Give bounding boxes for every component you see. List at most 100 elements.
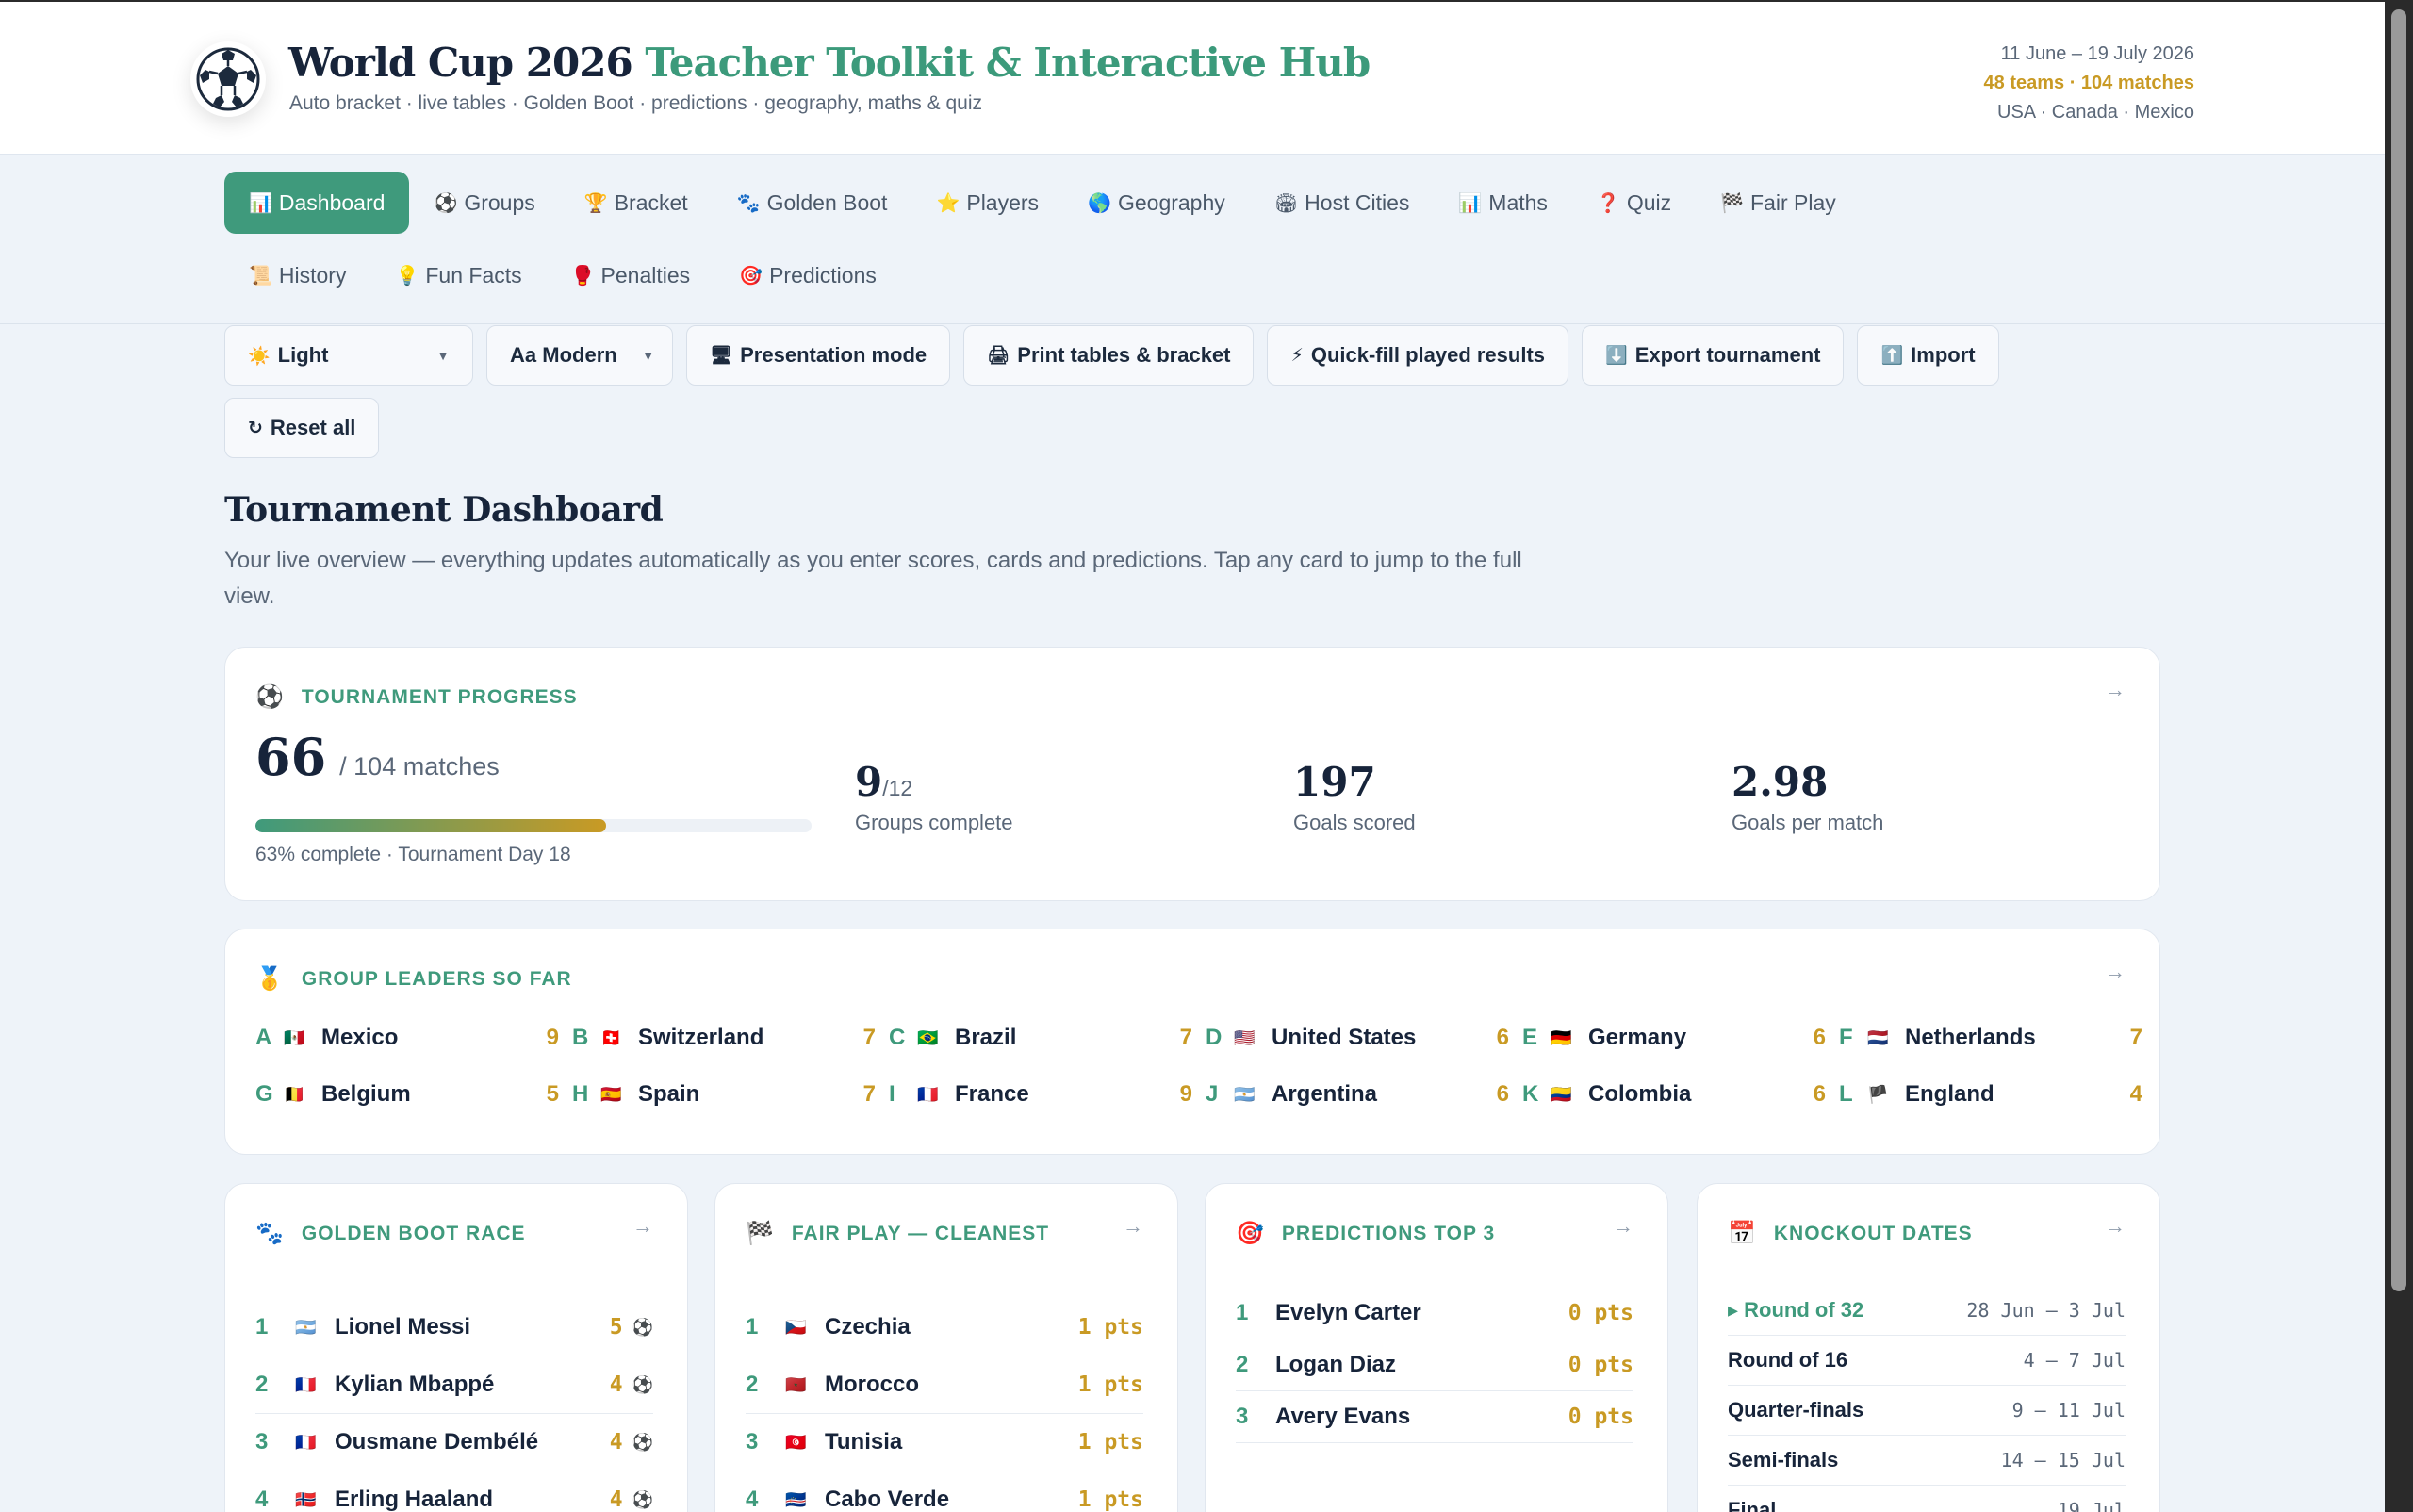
- group-leader-item[interactable]: G 🇧🇪 Belgium 5: [255, 1080, 559, 1109]
- flag-icon: 🇫🇷: [917, 1084, 939, 1104]
- group-letter: E: [1522, 1025, 1538, 1050]
- tab-maths[interactable]: 📊 Maths: [1434, 172, 1572, 234]
- list-item[interactable]: 3 🇫🇷 Ousmane Dembélé 4 ⚽: [255, 1414, 653, 1471]
- predictions-list: 1 Evelyn Carter 0 pts 2 Logan Diaz 0 pts 3 Aver…: [1236, 1288, 1633, 1443]
- export-button[interactable]: ⬇️ Export tournament: [1582, 325, 1845, 386]
- list-item[interactable]: 3 Avery Evans 0 pts: [1236, 1391, 1633, 1443]
- fair-play-icon: 🏁: [1720, 192, 1745, 214]
- scrollbar[interactable]: [2385, 0, 2413, 1512]
- groups-complete-stat: 9/12 Groups complete: [855, 759, 1013, 835]
- team-points: 7: [2129, 1025, 2142, 1050]
- goals-scored-value: 197: [1293, 759, 1376, 805]
- print-label: Print tables & bracket: [1017, 343, 1231, 367]
- tab-fair-play[interactable]: 🏁 Fair Play: [1696, 172, 1861, 234]
- arrow-right-icon[interactable]: →: [2105, 678, 2126, 702]
- theme-select[interactable]: ☀️ Light ▼: [224, 325, 473, 386]
- arrow-right-icon[interactable]: →: [2105, 1214, 2126, 1239]
- import-button[interactable]: ⬆️ Import: [1857, 325, 1999, 386]
- tab-geography[interactable]: 🌎 Geography: [1063, 172, 1250, 234]
- knockout-dates-card[interactable]: 📅 KNOCKOUT DATES → ▸ Round of 32 28 Jun –…: [1697, 1183, 2160, 1512]
- team-name: United States: [1272, 1025, 1417, 1050]
- team-name: Argentina: [1272, 1081, 1378, 1107]
- group-leaders-grid: A 🇲🇽 Mexico 9 B 🇨🇭 Switzerland 7 C 🇧🇷 Brazil 7 D 🇺🇸 Un…: [255, 1024, 2142, 1109]
- list-item[interactable]: 1 Evelyn Carter 0 pts: [1236, 1288, 1633, 1339]
- teams-matches-count: 48 teams · 104 matches: [1983, 73, 2194, 93]
- groups-complete-label: Groups complete: [855, 811, 1013, 834]
- list-item[interactable]: 2 🇲🇦 Morocco 1 pts: [746, 1356, 1143, 1414]
- tab-history[interactable]: 📜 History: [224, 244, 370, 306]
- soccer-ball-icon: ⚽: [632, 1489, 653, 1509]
- flag-icon: 🇹🇳: [785, 1432, 807, 1452]
- arrow-right-icon[interactable]: →: [1613, 1214, 1633, 1239]
- matches-played-value: 66: [255, 727, 327, 787]
- tab-label: Fair Play: [1750, 189, 1836, 215]
- list-item[interactable]: Round of 16 4 – 7 Jul: [1728, 1336, 2126, 1386]
- knockout-dates: 14 – 15 Jul: [2000, 1449, 2126, 1471]
- tab-penalties[interactable]: 🥊 Penalties: [547, 244, 715, 306]
- list-item[interactable]: 1 🇨🇿 Czechia 1 pts: [746, 1299, 1143, 1356]
- group-leader-item[interactable]: A 🇲🇽 Mexico 9: [255, 1024, 559, 1052]
- tournament-progress-card[interactable]: ⚽ TOURNAMENT PROGRESS → 66 / 104 matches…: [224, 647, 2160, 901]
- flag-icon: 🇳🇱: [1867, 1027, 1889, 1047]
- group-leader-item[interactable]: D 🇺🇸 United States 6: [1206, 1024, 1509, 1052]
- group-leader-item[interactable]: L 🏴 England 4: [1839, 1080, 2142, 1109]
- arrow-right-icon[interactable]: →: [2105, 960, 2126, 984]
- font-select[interactable]: Aa Modern ▼: [486, 325, 673, 386]
- tab-dashboard[interactable]: 📊 Dashboard: [224, 172, 410, 234]
- student-name: Evelyn Carter: [1275, 1300, 1421, 1325]
- arrow-right-icon[interactable]: →: [632, 1214, 653, 1239]
- list-item[interactable]: 1 🇦🇷 Lionel Messi 5 ⚽: [255, 1299, 653, 1356]
- knockout-stage: Semi-finals: [1728, 1448, 1839, 1471]
- tab-bracket[interactable]: 🏆 Bracket: [560, 172, 713, 234]
- list-item[interactable]: 2 Logan Diaz 0 pts: [1236, 1339, 1633, 1391]
- list-item[interactable]: ▸ Round of 32 28 Jun – 3 Jul: [1728, 1286, 2126, 1336]
- list-item[interactable]: Quarter-finals 9 – 11 Jul: [1728, 1386, 2126, 1436]
- group-leader-item[interactable]: B 🇨🇭 Switzerland 7: [572, 1024, 876, 1052]
- group-leader-item[interactable]: H 🇪🇸 Spain 7: [572, 1080, 876, 1109]
- list-item[interactable]: 4 🇳🇴 Erling Haaland 4 ⚽: [255, 1471, 653, 1512]
- team-points: 7: [862, 1081, 876, 1107]
- team-points: 7: [862, 1025, 876, 1050]
- list-item[interactable]: Semi-finals 14 – 15 Jul: [1728, 1436, 2126, 1486]
- list-item[interactable]: 3 🇹🇳 Tunisia 1 pts: [746, 1414, 1143, 1471]
- progress-bar: [255, 819, 812, 832]
- flag-icon: 🇨🇻: [785, 1489, 807, 1509]
- list-item[interactable]: 4 🇨🇻 Cabo Verde 1 pts: [746, 1471, 1143, 1512]
- team-points: 6: [1496, 1025, 1509, 1050]
- fair-play-points: 1 pts: [1077, 1372, 1143, 1397]
- group-leader-item[interactable]: K 🇨🇴 Colombia 6: [1522, 1080, 1826, 1109]
- quick-fill-button[interactable]: ⚡ Quick-fill played results: [1267, 325, 1569, 386]
- tab-quiz[interactable]: ❓ Quiz: [1572, 172, 1696, 234]
- reset-all-button[interactable]: ↻ Reset all: [224, 398, 380, 458]
- group-leader-item[interactable]: I 🇫🇷 France 9: [889, 1080, 1192, 1109]
- group-leader-item[interactable]: J 🇦🇷 Argentina 6: [1206, 1080, 1509, 1109]
- flag-icon: 🇨🇴: [1551, 1084, 1572, 1104]
- print-button[interactable]: 🖨 Print tables & bracket: [963, 325, 1255, 386]
- tab-fun-facts[interactable]: 💡 Fun Facts: [370, 244, 546, 306]
- list-item[interactable]: Final 19 Jul: [1728, 1486, 2126, 1512]
- rank-number: 4: [255, 1487, 269, 1512]
- host-countries: USA · Canada · Mexico: [1997, 102, 2194, 123]
- tab-players[interactable]: ⭐ Players: [911, 172, 1063, 234]
- scrollbar-thumb[interactable]: [2391, 9, 2406, 1291]
- penalties-icon: 🥊: [570, 265, 595, 287]
- group-leader-item[interactable]: E 🇩🇪 Germany 6: [1522, 1024, 1826, 1052]
- arrow-right-icon[interactable]: →: [1123, 1214, 1143, 1239]
- group-leader-item[interactable]: C 🇧🇷 Brazil 7: [889, 1024, 1192, 1052]
- golden-boot-card[interactable]: 🐾 GOLDEN BOOT RACE → 1 🇦🇷 Lionel Messi 5 ⚽ 2 🇫…: [224, 1183, 688, 1512]
- main-nav: 📊 Dashboard ⚽ Groups 🏆 Bracket 🐾 Golden Boot ⭐ Pl…: [224, 172, 2109, 317]
- tab-groups[interactable]: ⚽ Groups: [409, 172, 559, 234]
- list-item[interactable]: 2 🇫🇷 Kylian Mbappé 4 ⚽: [255, 1356, 653, 1414]
- groups-done-value: 9: [855, 759, 883, 805]
- rank-number: 3: [255, 1429, 269, 1454]
- presentation-mode-button[interactable]: 🖥 Presentation mode: [686, 325, 951, 386]
- predictions-card[interactable]: 🎯 PREDICTIONS TOP 3 → 1 Evelyn Carter 0 pt…: [1205, 1183, 1668, 1512]
- tab-predictions[interactable]: 🎯 Predictions: [714, 244, 901, 306]
- goal-count: 4: [609, 1487, 623, 1512]
- group-leaders-card[interactable]: 🥇 GROUP LEADERS SO FAR → A 🇲🇽 Mexico 9 B 🇨🇭 Sw…: [224, 929, 2160, 1155]
- fair-play-card[interactable]: 🏁 FAIR PLAY — CLEANEST → 1 🇨🇿 Czechia 1 pts…: [714, 1183, 1178, 1512]
- group-leader-item[interactable]: F 🇳🇱 Netherlands 7: [1839, 1024, 2142, 1052]
- rank-number: 2: [255, 1372, 269, 1397]
- tab-golden-boot[interactable]: 🐾 Golden Boot: [713, 172, 912, 234]
- tab-host-cities[interactable]: 🏟 Host Cities: [1250, 172, 1435, 234]
